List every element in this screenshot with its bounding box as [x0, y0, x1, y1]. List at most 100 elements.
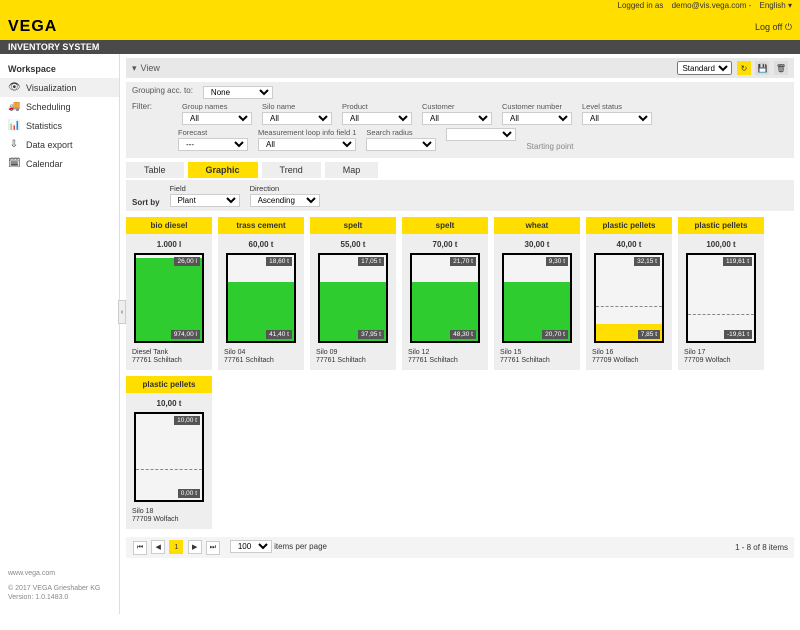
- silo-capacity: 70,00 t: [402, 234, 488, 253]
- header: VEGA Log off ⏻: [0, 14, 800, 40]
- pager-first-icon[interactable]: ⏮: [133, 541, 147, 555]
- sidebar-item-data-export[interactable]: ⇩ Data export: [0, 135, 119, 154]
- tank-fill-value: -19,61 t: [724, 330, 752, 339]
- logged-in-text: Logged in as: [618, 1, 664, 10]
- pager-prev-icon[interactable]: ◀: [151, 540, 165, 554]
- view-preset-select[interactable]: Standard: [677, 61, 732, 75]
- silo-product: spelt: [402, 217, 488, 234]
- tab-map[interactable]: Map: [325, 162, 379, 178]
- tank-gauge: 17,05 t 37,95 t: [318, 253, 388, 343]
- silo-card[interactable]: spelt 55,00 t 17,05 t 37,95 t Silo 09777…: [310, 217, 396, 370]
- vega-url[interactable]: www.vega.com: [8, 569, 111, 578]
- tank-empty-value: 119,61 t: [723, 257, 752, 266]
- silo-product: spelt: [310, 217, 396, 234]
- save-view-icon[interactable]: 💾: [755, 61, 769, 75]
- silo-info: Silo 1577761 Schiltach: [494, 343, 580, 366]
- silo-card[interactable]: trass cement 60,00 t 18,60 t 41,40 t Sil…: [218, 217, 304, 370]
- tank-fill-value: 7,85 t: [638, 330, 660, 339]
- silo-product: wheat: [494, 217, 580, 234]
- filter-customer-select[interactable]: All: [422, 112, 492, 125]
- pager-range: 1 - 8 of 8 items: [735, 543, 788, 552]
- view-tabs: TableGraphicTrendMap: [126, 162, 794, 178]
- tank-empty-value: 9,30 t: [546, 257, 568, 266]
- filter-level-status-select[interactable]: All: [582, 112, 652, 125]
- filter-label: Filter:: [132, 102, 172, 125]
- sort-direction-select[interactable]: Ascending: [250, 194, 320, 207]
- content: ▾ View Standard ↻ 💾 🗑 Grouping acc. to: …: [120, 54, 800, 614]
- refresh-icon[interactable]: ↻: [737, 61, 751, 75]
- silo-product: plastic pellets: [586, 217, 672, 234]
- sort-field-select[interactable]: Plant: [170, 194, 240, 207]
- tank-empty-value: 32,15 t: [634, 257, 660, 266]
- tank-empty-value: 10,00 t: [174, 416, 200, 425]
- silo-info: Silo 0477761 Schiltach: [218, 343, 304, 366]
- delete-view-icon[interactable]: 🗑: [774, 61, 788, 75]
- tank-fill-value: 974,00 l: [171, 330, 200, 339]
- filter-customer-number-select[interactable]: All: [502, 112, 572, 125]
- pager-page[interactable]: 1: [169, 540, 183, 554]
- filter-forecast-select[interactable]: ---: [178, 138, 248, 151]
- footer-links: www.vega.com © 2017 VEGA Grieshaber KG V…: [0, 563, 119, 608]
- statistics-icon: 📊: [8, 120, 20, 131]
- tank-gauge: 18,60 t 41,40 t: [226, 253, 296, 343]
- sidebar-item-statistics[interactable]: 📊 Statistics: [0, 116, 119, 135]
- sidebar-item-visualization[interactable]: 👁 Visualization: [0, 78, 119, 97]
- user-link[interactable]: demo@vis.vega.com: [672, 1, 747, 10]
- filter-product-select[interactable]: All: [342, 112, 412, 125]
- silo-product: trass cement: [218, 217, 304, 234]
- silo-capacity: 10,00 t: [126, 393, 212, 412]
- logoff-button[interactable]: Log off ⏻: [755, 22, 792, 33]
- tank-gauge: 119,61 t -19,61 t: [686, 253, 756, 343]
- silo-info: Silo 0977761 Schiltach: [310, 343, 396, 366]
- tank-gauge: 9,30 t 20,70 t: [502, 253, 572, 343]
- expand-icon[interactable]: ▾: [132, 63, 137, 74]
- language-link[interactable]: English: [760, 1, 786, 10]
- grouping-select[interactable]: None: [203, 86, 273, 99]
- silo-card[interactable]: spelt 70,00 t 21,70 t 48,30 t Silo 12777…: [402, 217, 488, 370]
- pager-last-icon[interactable]: ⏭: [206, 541, 220, 555]
- workspace-title: Workspace: [0, 60, 119, 78]
- tab-trend[interactable]: Trend: [262, 162, 321, 178]
- silo-card[interactable]: bio diesel 1.000 l 26,00 l 974,00 l Dies…: [126, 217, 212, 370]
- tab-graphic[interactable]: Graphic: [188, 162, 258, 178]
- filter-group-names-select[interactable]: All: [182, 112, 252, 125]
- tank-gauge: 10,00 t 0,00 t: [134, 412, 204, 502]
- filter-measurement-loop-info-field-1-select[interactable]: All: [258, 138, 356, 151]
- tank-gauge: 26,00 l 974,00 l: [134, 253, 204, 343]
- silo-card[interactable]: plastic pellets 100,00 t 119,61 t -19,61…: [678, 217, 764, 370]
- subheader: INVENTORY SYSTEM: [0, 40, 800, 54]
- radius-select[interactable]: [446, 128, 516, 141]
- sidebar-item-scheduling[interactable]: 🚚 Scheduling: [0, 97, 119, 116]
- sort-label: Sort by: [132, 198, 160, 207]
- silo-card[interactable]: plastic pellets 40,00 t 32,15 t 7,85 t S…: [586, 217, 672, 370]
- visualization-icon: 👁: [8, 82, 20, 93]
- tank-empty-value: 18,60 t: [266, 257, 292, 266]
- tank-fill-value: 37,95 t: [358, 330, 384, 339]
- tank-fill-value: 48,30 t: [450, 330, 476, 339]
- silo-capacity: 55,00 t: [310, 234, 396, 253]
- scheduling-icon: 🚚: [8, 101, 20, 112]
- silo-product: bio diesel: [126, 217, 212, 234]
- tank-fill-value: 20,70 t: [542, 330, 568, 339]
- grouping-label: Grouping acc. to:: [132, 86, 193, 99]
- starting-point-button[interactable]: Starting point: [526, 142, 573, 151]
- sidebar-item-calendar[interactable]: 🗓 Calendar: [0, 154, 119, 173]
- silo-info: Silo 1677709 Wolfach: [586, 343, 672, 366]
- tank-gauge: 21,70 t 48,30 t: [410, 253, 480, 343]
- sort-bar: Sort by FieldPlant DirectionAscending: [126, 180, 794, 211]
- filter-silo-name-select[interactable]: All: [262, 112, 332, 125]
- silo-capacity: 60,00 t: [218, 234, 304, 253]
- silo-card[interactable]: wheat 30,00 t 9,30 t 20,70 t Silo 157776…: [494, 217, 580, 370]
- tab-table[interactable]: Table: [126, 162, 184, 178]
- silo-info: Diesel Tank77761 Schiltach: [126, 343, 212, 366]
- logo: VEGA: [8, 18, 57, 36]
- silo-capacity: 1.000 l: [126, 234, 212, 253]
- silo-card[interactable]: plastic pellets 10,00 t 10,00 t 0,00 t S…: [126, 376, 212, 529]
- pager-perpage-select[interactable]: 100: [230, 540, 272, 553]
- data export-icon: ⇩: [8, 139, 20, 150]
- silo-info: Silo 1277761 Schiltach: [402, 343, 488, 366]
- silo-info: Silo 1877709 Wolfach: [126, 502, 212, 525]
- filter-search-radius-select[interactable]: [366, 138, 436, 151]
- pager-next-icon[interactable]: ▶: [188, 540, 202, 554]
- sidebar-collapse-icon[interactable]: ‹: [118, 300, 126, 324]
